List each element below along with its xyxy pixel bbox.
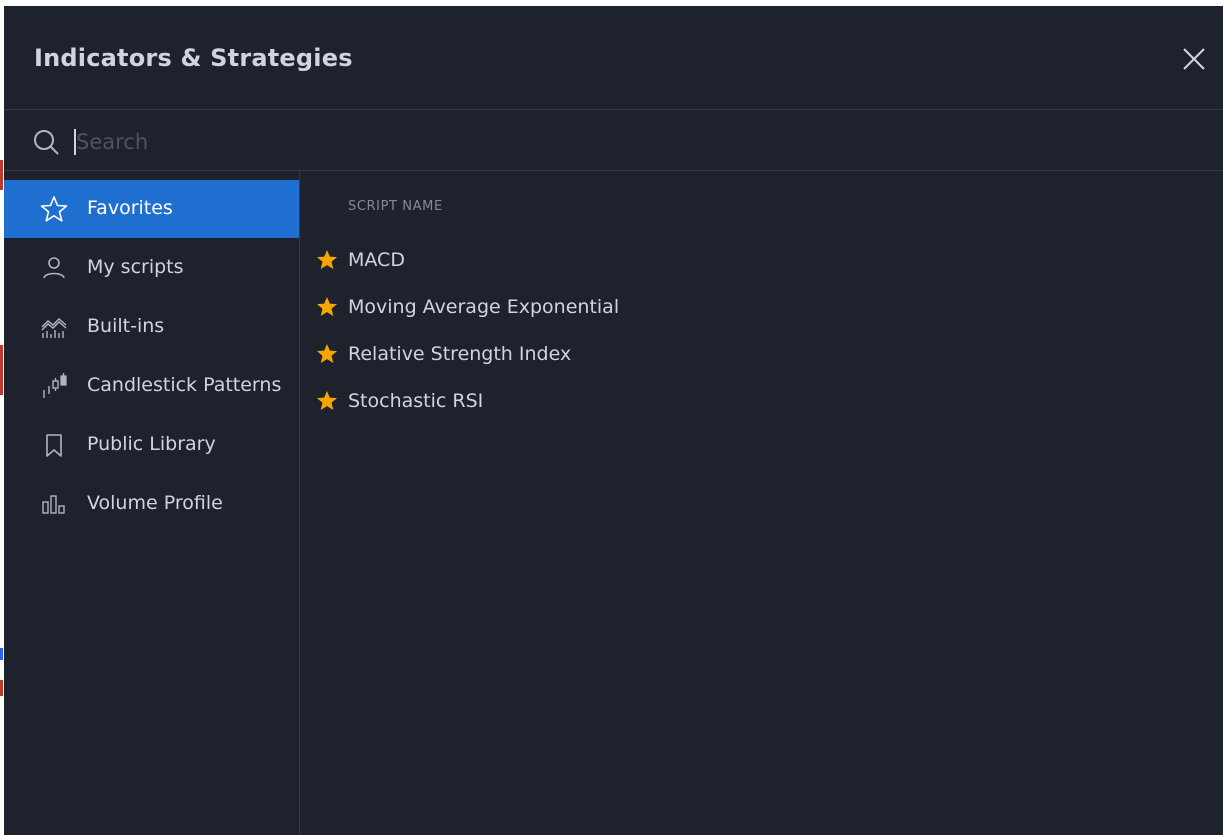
sidebar-item-label: My scripts [87, 256, 184, 278]
sidebar-item-public-library[interactable]: Public Library [4, 416, 299, 474]
sidebar-item-volume-profile[interactable]: Volume Profile [4, 475, 299, 533]
script-name: Relative Strength Index [348, 343, 572, 365]
star-filled-icon[interactable] [316, 343, 338, 365]
close-button[interactable] [1181, 46, 1207, 72]
dialog-header: Indicators & Strategies [4, 6, 1223, 110]
script-name: Stochastic RSI [348, 390, 484, 412]
sidebar-item-label: Built-ins [87, 315, 165, 337]
search-input[interactable] [74, 124, 1178, 160]
sidebar-item-built-ins[interactable]: Built-ins [4, 298, 299, 356]
column-header-script-name: SCRIPT NAME [348, 199, 443, 214]
edge-mark [0, 648, 3, 660]
user-icon [43, 257, 65, 279]
sidebar-item-label: Candlestick Patterns [87, 374, 282, 396]
sidebar-item-label: Favorites [87, 197, 173, 219]
text-caret [74, 129, 76, 155]
list-item[interactable]: Stochastic RSI [300, 378, 1223, 424]
list-item[interactable]: Moving Average Exponential [300, 284, 1223, 330]
search-bar [4, 110, 1223, 171]
candlestick-icon [43, 373, 67, 398]
dialog-title: Indicators & Strategies [34, 44, 353, 72]
edge-mark [0, 345, 3, 395]
star-filled-icon[interactable] [316, 296, 338, 318]
sidebar-item-label: Volume Profile [87, 492, 223, 514]
edge-mark [0, 680, 3, 696]
list-item[interactable]: Relative Strength Index [300, 331, 1223, 377]
search-icon [34, 130, 59, 155]
sidebar-item-candlestick-patterns[interactable]: Candlestick Patterns [4, 357, 299, 415]
star-filled-icon[interactable] [316, 249, 338, 271]
script-name: MACD [348, 249, 405, 271]
sidebar-item-label: Public Library [87, 433, 216, 455]
builtins-chart-icon [41, 318, 67, 338]
sidebar-item-my-scripts[interactable]: My scripts [4, 239, 299, 297]
list-item[interactable]: MACD [300, 237, 1223, 283]
close-icon [1183, 48, 1205, 70]
scripts-list: SCRIPT NAME MACD Moving Average Exponent… [300, 171, 1223, 835]
indicators-dialog: Indicators & Strategies Favorites [4, 6, 1223, 835]
star-outline-icon [40, 196, 68, 222]
category-sidebar: Favorites My scripts Built-ins Candlesti… [4, 171, 300, 835]
script-name: Moving Average Exponential [348, 296, 620, 318]
sidebar-item-favorites[interactable]: Favorites [4, 180, 299, 238]
bookmark-icon [46, 434, 62, 457]
star-filled-icon[interactable] [316, 390, 338, 412]
edge-mark [0, 160, 3, 190]
volume-profile-icon [42, 495, 65, 514]
